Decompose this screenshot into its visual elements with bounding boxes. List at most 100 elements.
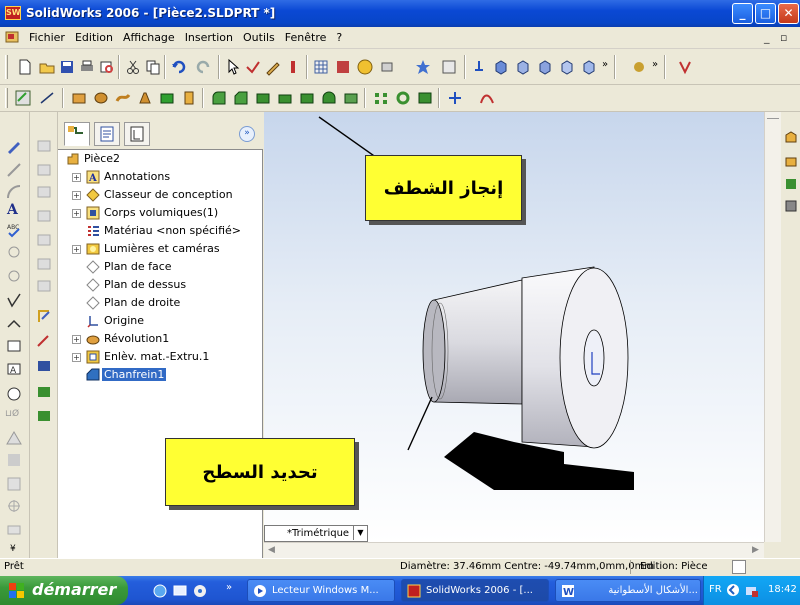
pattern-icon[interactable] [380,58,398,76]
task-pane-palette-icon[interactable] [783,198,799,214]
quicklaunch-media-icon[interactable] [192,583,208,599]
shell-icon[interactable] [254,89,272,107]
model-items-icon[interactable] [36,358,52,374]
datum-feature-icon[interactable] [6,338,22,354]
tree-node-design-binder[interactable]: + Classeur de conception [58,186,258,204]
reference-geometry-icon[interactable] [446,89,464,107]
tree-node-right-plane[interactable]: Plan de droite [58,294,258,312]
small-cylinder-face[interactable] [422,299,446,403]
tree-node-annotations[interactable]: + A Annotations [58,168,258,186]
flex-icon[interactable] [342,89,360,107]
fillet-icon[interactable] [210,89,228,107]
cut-extrude-icon[interactable] [158,89,176,107]
component-icon[interactable] [334,58,352,76]
maximize-button[interactable]: □ [755,3,776,24]
insert-component-icon[interactable] [36,408,52,424]
loft-icon[interactable] [136,89,154,107]
extruded-boss-icon[interactable] [70,89,88,107]
document-icon[interactable] [5,30,19,44]
language-indicator[interactable]: FR [709,584,722,595]
new-document-icon[interactable] [16,58,34,76]
redo-icon[interactable] [194,58,212,76]
center-mark-icon[interactable] [6,498,22,514]
centerline-icon[interactable] [6,522,22,538]
mdi-minimize-button[interactable]: _ [764,31,770,44]
tree-node-origin[interactable]: Origine [58,312,258,330]
smart-fastener-icon[interactable] [36,308,52,324]
view-iso-icon[interactable] [558,58,576,76]
arc-tool-icon[interactable] [6,184,22,200]
normal-to-icon[interactable] [470,58,488,76]
tab-configuration-manager[interactable] [124,122,150,146]
status-indicator[interactable] [732,560,746,574]
scroll-right-arrow[interactable]: ▶ [752,545,759,555]
add-in-icon[interactable] [414,58,432,76]
circular-pattern-icon[interactable] [394,89,412,107]
view-orientation-tab[interactable]: *Trimétrique ▼ [264,525,368,542]
expand-toggle[interactable]: + [72,353,81,362]
vertical-scrollbar[interactable] [764,112,781,542]
view-trimetric-icon[interactable] [580,58,598,76]
task-pane-library-icon[interactable] [783,154,799,170]
geometric-tolerance-icon[interactable]: A [6,361,22,377]
quicklaunch-desktop-icon[interactable] [172,583,188,599]
edit-sketch-icon[interactable] [36,332,52,348]
tray-network-icon[interactable] [744,583,760,599]
tree-node-front-plane[interactable]: Plan de face [58,258,258,276]
tray-back-icon[interactable] [726,583,740,597]
expand-toggle[interactable]: + [72,173,81,182]
rib-icon[interactable] [276,89,294,107]
toolbar-grip[interactable] [5,55,8,79]
expand-toggle[interactable]: + [72,191,81,200]
close-button[interactable]: ✕ [778,3,799,24]
quicklaunch-overflow-icon[interactable]: » [226,582,232,593]
sweep-icon[interactable] [114,89,132,107]
hole-icon[interactable] [180,89,198,107]
text-tool-icon[interactable]: A [7,202,23,218]
tab-property-manager[interactable] [94,122,120,146]
properties-icon[interactable] [440,58,458,76]
mirror-icon[interactable] [416,89,434,107]
grid-icon[interactable] [312,58,330,76]
toolbar-overflow-icon[interactable]: » [652,59,658,70]
surface-finish-icon[interactable] [6,292,22,308]
task-word-document[interactable]: W ...الأشكال الأسطوانية [555,579,701,602]
view-dropdown-arrow[interactable]: ▼ [353,525,367,540]
save-icon[interactable] [58,58,76,76]
linear-pattern-icon[interactable] [372,89,390,107]
undo-icon[interactable] [170,58,188,76]
warning-icon[interactable] [6,430,22,446]
start-button[interactable]: démarrer [0,576,128,605]
tray-clock[interactable]: 18:42 [768,584,797,595]
tree-node-chamfer[interactable]: Chanfrein1 [58,366,258,384]
chamfer-icon[interactable] [232,89,250,107]
tree-node-lights-cameras[interactable]: + Lumières et caméras [58,240,258,258]
view-front-icon[interactable] [492,58,510,76]
task-pane-explorer-icon[interactable] [783,176,799,192]
help-icon[interactable] [356,58,374,76]
minimize-button[interactable]: _ [732,3,753,24]
curves-icon[interactable] [478,89,496,107]
print-icon[interactable] [78,58,96,76]
expand-toggle[interactable]: + [72,245,81,254]
weld-symbol-icon[interactable] [6,315,22,331]
draft-icon[interactable] [298,89,316,107]
quicklaunch-internet-icon[interactable] [152,583,168,599]
expand-panel-button[interactable]: » [239,126,255,142]
menu-edition[interactable]: Edition [70,31,118,44]
solidworks-logo-icon[interactable] [676,58,694,76]
menu-fenetre[interactable]: Fenêtre [280,31,332,44]
toolbar-grip[interactable] [5,88,8,108]
task-solidworks[interactable]: SolidWorks 2006 - [... [401,579,549,602]
hatch-icon[interactable] [6,452,22,468]
mdi-restore-button[interactable]: ▫ [780,31,787,44]
scroll-left-arrow[interactable]: ◀ [268,545,275,555]
hole-callout-icon[interactable]: ⊔Ø [5,409,21,425]
tree-node-revolve[interactable]: + Révolution1 [58,330,258,348]
sketch-mode-icon[interactable] [14,89,32,107]
view-top-icon[interactable] [514,58,532,76]
menu-affichage[interactable]: Affichage [118,31,180,44]
dome-icon[interactable] [320,89,338,107]
datum-target-icon[interactable] [6,386,22,402]
line-tool-icon[interactable] [6,162,22,178]
